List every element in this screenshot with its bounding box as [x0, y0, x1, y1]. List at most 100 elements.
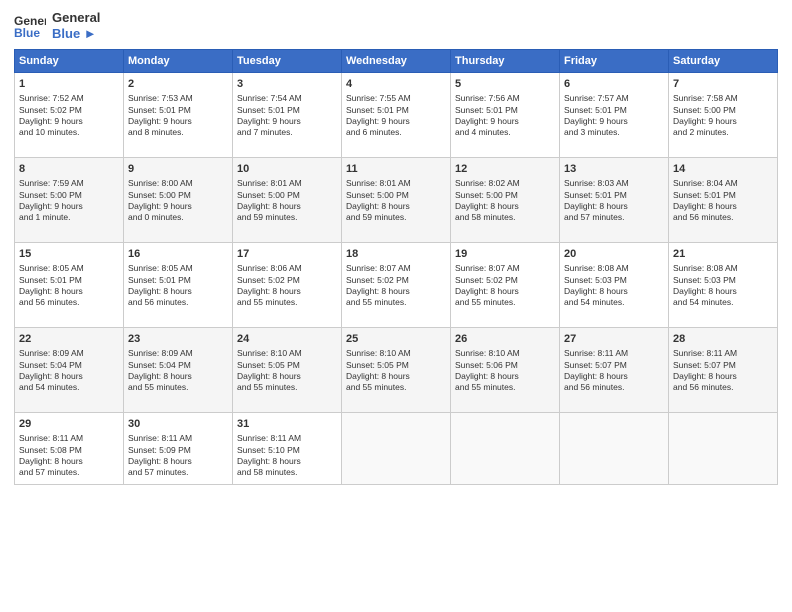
calendar-cell: 29Sunrise: 8:11 AM Sunset: 5:08 PM Dayli…	[15, 413, 124, 485]
day-info: Sunrise: 7:56 AM Sunset: 5:01 PM Dayligh…	[455, 93, 555, 139]
day-number: 7	[673, 77, 773, 92]
day-header-thursday: Thursday	[451, 50, 560, 73]
calendar-cell: 13Sunrise: 8:03 AM Sunset: 5:01 PM Dayli…	[560, 158, 669, 243]
day-info: Sunrise: 7:52 AM Sunset: 5:02 PM Dayligh…	[19, 93, 119, 139]
calendar-cell: 25Sunrise: 8:10 AM Sunset: 5:05 PM Dayli…	[342, 328, 451, 413]
day-number: 20	[564, 247, 664, 262]
day-number: 4	[346, 77, 446, 92]
day-header-wednesday: Wednesday	[342, 50, 451, 73]
day-info: Sunrise: 8:11 AM Sunset: 5:07 PM Dayligh…	[673, 348, 773, 394]
day-info: Sunrise: 8:09 AM Sunset: 5:04 PM Dayligh…	[128, 348, 228, 394]
day-info: Sunrise: 7:54 AM Sunset: 5:01 PM Dayligh…	[237, 93, 337, 139]
calendar-cell: 23Sunrise: 8:09 AM Sunset: 5:04 PM Dayli…	[124, 328, 233, 413]
day-info: Sunrise: 8:11 AM Sunset: 5:08 PM Dayligh…	[19, 433, 119, 479]
day-info: Sunrise: 8:02 AM Sunset: 5:00 PM Dayligh…	[455, 178, 555, 224]
day-info: Sunrise: 8:11 AM Sunset: 5:07 PM Dayligh…	[564, 348, 664, 394]
calendar-cell: 18Sunrise: 8:07 AM Sunset: 5:02 PM Dayli…	[342, 243, 451, 328]
day-number: 6	[564, 77, 664, 92]
day-number: 14	[673, 162, 773, 177]
day-number: 28	[673, 332, 773, 347]
day-info: Sunrise: 7:55 AM Sunset: 5:01 PM Dayligh…	[346, 93, 446, 139]
day-header-friday: Friday	[560, 50, 669, 73]
day-number: 24	[237, 332, 337, 347]
day-number: 22	[19, 332, 119, 347]
day-number: 5	[455, 77, 555, 92]
day-header-tuesday: Tuesday	[233, 50, 342, 73]
day-number: 3	[237, 77, 337, 92]
calendar-cell: 6Sunrise: 7:57 AM Sunset: 5:01 PM Daylig…	[560, 73, 669, 158]
calendar-table: SundayMondayTuesdayWednesdayThursdayFrid…	[14, 49, 778, 485]
calendar-cell: 31Sunrise: 8:11 AM Sunset: 5:10 PM Dayli…	[233, 413, 342, 485]
day-number: 10	[237, 162, 337, 177]
logo-icon: General Blue	[14, 12, 46, 40]
day-info: Sunrise: 8:03 AM Sunset: 5:01 PM Dayligh…	[564, 178, 664, 224]
calendar-cell: 3Sunrise: 7:54 AM Sunset: 5:01 PM Daylig…	[233, 73, 342, 158]
calendar-cell: 21Sunrise: 8:08 AM Sunset: 5:03 PM Dayli…	[669, 243, 778, 328]
day-number: 17	[237, 247, 337, 262]
calendar-cell	[342, 413, 451, 485]
day-number: 13	[564, 162, 664, 177]
day-number: 21	[673, 247, 773, 262]
day-number: 30	[128, 417, 228, 432]
day-number: 19	[455, 247, 555, 262]
calendar-week-row: 15Sunrise: 8:05 AM Sunset: 5:01 PM Dayli…	[15, 243, 778, 328]
day-info: Sunrise: 8:10 AM Sunset: 5:05 PM Dayligh…	[237, 348, 337, 394]
day-info: Sunrise: 8:06 AM Sunset: 5:02 PM Dayligh…	[237, 263, 337, 309]
calendar-cell: 2Sunrise: 7:53 AM Sunset: 5:01 PM Daylig…	[124, 73, 233, 158]
day-info: Sunrise: 8:08 AM Sunset: 5:03 PM Dayligh…	[564, 263, 664, 309]
day-number: 2	[128, 77, 228, 92]
calendar-cell: 19Sunrise: 8:07 AM Sunset: 5:02 PM Dayli…	[451, 243, 560, 328]
day-header-monday: Monday	[124, 50, 233, 73]
calendar-cell: 16Sunrise: 8:05 AM Sunset: 5:01 PM Dayli…	[124, 243, 233, 328]
day-info: Sunrise: 8:08 AM Sunset: 5:03 PM Dayligh…	[673, 263, 773, 309]
calendar-cell: 27Sunrise: 8:11 AM Sunset: 5:07 PM Dayli…	[560, 328, 669, 413]
day-number: 31	[237, 417, 337, 432]
day-number: 25	[346, 332, 446, 347]
calendar-week-row: 29Sunrise: 8:11 AM Sunset: 5:08 PM Dayli…	[15, 413, 778, 485]
day-info: Sunrise: 8:05 AM Sunset: 5:01 PM Dayligh…	[128, 263, 228, 309]
day-info: Sunrise: 7:53 AM Sunset: 5:01 PM Dayligh…	[128, 93, 228, 139]
calendar-cell	[669, 413, 778, 485]
day-info: Sunrise: 8:09 AM Sunset: 5:04 PM Dayligh…	[19, 348, 119, 394]
day-info: Sunrise: 7:59 AM Sunset: 5:00 PM Dayligh…	[19, 178, 119, 224]
day-number: 8	[19, 162, 119, 177]
calendar-cell: 15Sunrise: 8:05 AM Sunset: 5:01 PM Dayli…	[15, 243, 124, 328]
day-info: Sunrise: 8:07 AM Sunset: 5:02 PM Dayligh…	[455, 263, 555, 309]
day-number: 18	[346, 247, 446, 262]
day-info: Sunrise: 8:11 AM Sunset: 5:09 PM Dayligh…	[128, 433, 228, 479]
day-info: Sunrise: 8:01 AM Sunset: 5:00 PM Dayligh…	[346, 178, 446, 224]
day-header-sunday: Sunday	[15, 50, 124, 73]
calendar-cell: 22Sunrise: 8:09 AM Sunset: 5:04 PM Dayli…	[15, 328, 124, 413]
page-container: General Blue General Blue ► SundayMonday…	[0, 0, 792, 612]
calendar-cell: 4Sunrise: 7:55 AM Sunset: 5:01 PM Daylig…	[342, 73, 451, 158]
calendar-cell: 5Sunrise: 7:56 AM Sunset: 5:01 PM Daylig…	[451, 73, 560, 158]
day-info: Sunrise: 8:11 AM Sunset: 5:10 PM Dayligh…	[237, 433, 337, 479]
day-number: 26	[455, 332, 555, 347]
day-number: 9	[128, 162, 228, 177]
day-info: Sunrise: 8:00 AM Sunset: 5:00 PM Dayligh…	[128, 178, 228, 224]
day-number: 11	[346, 162, 446, 177]
calendar-week-row: 1Sunrise: 7:52 AM Sunset: 5:02 PM Daylig…	[15, 73, 778, 158]
svg-text:Blue: Blue	[14, 26, 40, 40]
logo-subtext: Blue ►	[52, 26, 100, 42]
calendar-cell: 26Sunrise: 8:10 AM Sunset: 5:06 PM Dayli…	[451, 328, 560, 413]
day-info: Sunrise: 7:58 AM Sunset: 5:00 PM Dayligh…	[673, 93, 773, 139]
calendar-cell: 28Sunrise: 8:11 AM Sunset: 5:07 PM Dayli…	[669, 328, 778, 413]
day-info: Sunrise: 8:07 AM Sunset: 5:02 PM Dayligh…	[346, 263, 446, 309]
calendar-cell	[451, 413, 560, 485]
day-info: Sunrise: 8:10 AM Sunset: 5:05 PM Dayligh…	[346, 348, 446, 394]
calendar-cell: 8Sunrise: 7:59 AM Sunset: 5:00 PM Daylig…	[15, 158, 124, 243]
day-number: 27	[564, 332, 664, 347]
calendar-cell: 14Sunrise: 8:04 AM Sunset: 5:01 PM Dayli…	[669, 158, 778, 243]
calendar-cell: 12Sunrise: 8:02 AM Sunset: 5:00 PM Dayli…	[451, 158, 560, 243]
day-number: 1	[19, 77, 119, 92]
calendar-cell: 30Sunrise: 8:11 AM Sunset: 5:09 PM Dayli…	[124, 413, 233, 485]
calendar-cell: 24Sunrise: 8:10 AM Sunset: 5:05 PM Dayli…	[233, 328, 342, 413]
day-number: 16	[128, 247, 228, 262]
header: General Blue General Blue ►	[14, 10, 778, 41]
calendar-week-row: 22Sunrise: 8:09 AM Sunset: 5:04 PM Dayli…	[15, 328, 778, 413]
logo-text: General	[52, 10, 100, 26]
calendar-cell	[560, 413, 669, 485]
calendar-header-row: SundayMondayTuesdayWednesdayThursdayFrid…	[15, 50, 778, 73]
calendar-cell: 9Sunrise: 8:00 AM Sunset: 5:00 PM Daylig…	[124, 158, 233, 243]
